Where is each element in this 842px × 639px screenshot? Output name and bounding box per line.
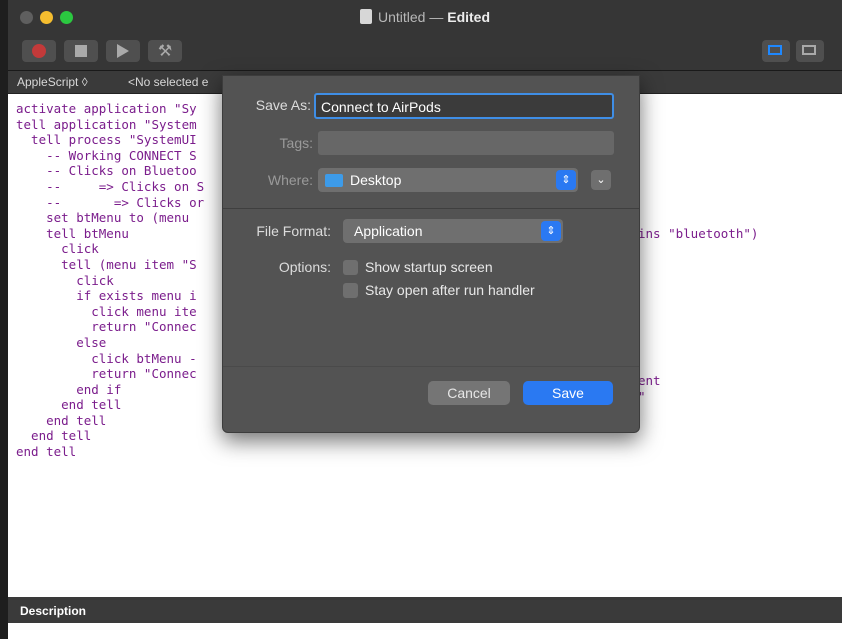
run-icon (117, 44, 129, 58)
tags-field[interactable] (318, 131, 614, 155)
script-code[interactable]: activate application "Sy tell applicatio… (16, 101, 204, 460)
save-as-field[interactable]: Connect to AirPods (314, 93, 614, 119)
expand-button[interactable]: ⌄ (591, 170, 611, 190)
title-bar: Untitled — Edited (8, 0, 842, 35)
window-title: Untitled — Edited (8, 9, 842, 25)
save-as-label: Save As: (255, 97, 311, 113)
editor-view-icon (768, 45, 782, 55)
save-dialog: Save As: Connect to AirPods Tags: Where:… (222, 75, 640, 433)
code-fragment: ins "bluetooth") (638, 226, 759, 241)
stepper-icon: ⇕ (556, 170, 576, 190)
stay-open-label: Stay open after run handler (365, 282, 535, 298)
language-popup[interactable]: AppleScript ◊ (17, 75, 88, 89)
stay-open-checkbox[interactable] (343, 283, 358, 298)
view-editor-button[interactable] (762, 40, 790, 62)
title-state: Edited (447, 9, 491, 25)
where-value: Desktop (350, 172, 402, 188)
save-button[interactable]: Save (523, 381, 613, 405)
document-icon (359, 9, 372, 24)
startup-screen-checkbox[interactable] (343, 260, 358, 275)
options-label: Options: (278, 259, 331, 275)
record-icon (32, 44, 46, 58)
file-format-popup[interactable]: Application ⇕ (343, 219, 563, 243)
cancel-button[interactable]: Cancel (428, 381, 510, 405)
toolbar: ⚒ (8, 35, 842, 71)
stepper-icon: ⇕ (541, 221, 561, 241)
file-format-value: Application (354, 223, 423, 239)
record-button[interactable] (22, 40, 56, 62)
stop-button[interactable] (64, 40, 98, 62)
divider (223, 366, 639, 367)
description-label: Description (20, 604, 87, 618)
where-popup[interactable]: Desktop ⇕ (318, 168, 578, 192)
description-bar: Description (8, 597, 842, 623)
startup-screen-label: Show startup screen (365, 259, 493, 275)
sidebar-view-icon (802, 45, 816, 55)
compile-button[interactable]: ⚒ (148, 40, 182, 62)
compile-icon: ⚒ (157, 43, 173, 60)
view-sidebar-button[interactable] (796, 40, 824, 62)
file-format-label: File Format: (256, 223, 331, 239)
title-separator: — (425, 9, 448, 25)
title-document: Untitled (377, 9, 426, 25)
folder-icon (325, 174, 343, 187)
stop-icon (75, 45, 87, 57)
where-label: Where: (267, 172, 313, 188)
tags-label: Tags: (279, 135, 313, 151)
chevron-down-icon: ⌄ (596, 174, 606, 186)
run-button[interactable] (106, 40, 140, 62)
code-fragment: ent " (638, 373, 661, 404)
handler-popup[interactable]: <No selected e (128, 75, 208, 89)
divider (223, 208, 639, 209)
description-field[interactable] (8, 623, 842, 639)
